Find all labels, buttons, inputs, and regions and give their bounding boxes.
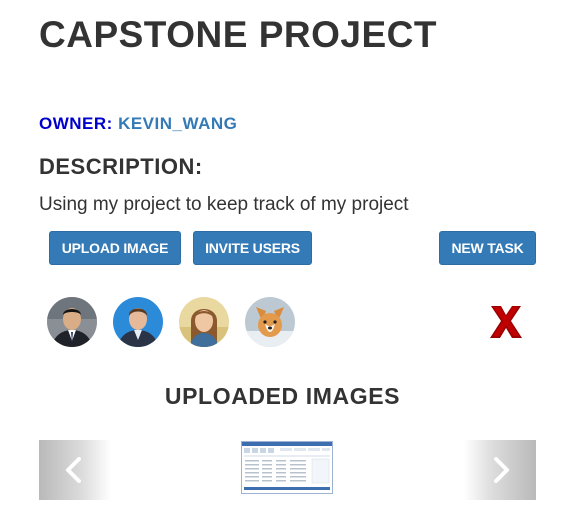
uploaded-image-thumbnail[interactable]	[241, 441, 333, 494]
user-avatar-3[interactable]	[179, 297, 229, 347]
owner-name-link[interactable]: KEVIN_WANG	[118, 114, 237, 133]
page-title: CAPSTONE PROJECT	[39, 14, 437, 55]
carousel-next-button[interactable]	[464, 440, 536, 500]
carousel-prev-button[interactable]	[39, 440, 111, 500]
new-task-button[interactable]: NEW TASK	[439, 231, 536, 265]
chevron-right-icon	[494, 457, 509, 483]
description-text: Using my project to keep track of my pro…	[39, 194, 409, 215]
upload-image-button[interactable]: UPLOAD IMAGE	[49, 231, 181, 265]
image-carousel	[39, 440, 536, 500]
user-avatar-4[interactable]	[245, 297, 295, 347]
user-avatar-1[interactable]	[47, 297, 97, 347]
owner-label: OWNER:	[39, 114, 113, 133]
uploaded-images-heading: UPLOADED IMAGES	[164, 383, 401, 409]
description-heading: DESCRIPTION:	[39, 154, 203, 179]
invite-users-button[interactable]: INVITE USERS	[193, 231, 312, 265]
user-avatar-2[interactable]	[113, 297, 163, 347]
red-x-icon[interactable]	[487, 303, 525, 341]
chevron-left-icon	[66, 457, 81, 483]
owner-line: OWNER: KEVIN_WANG	[39, 114, 237, 134]
